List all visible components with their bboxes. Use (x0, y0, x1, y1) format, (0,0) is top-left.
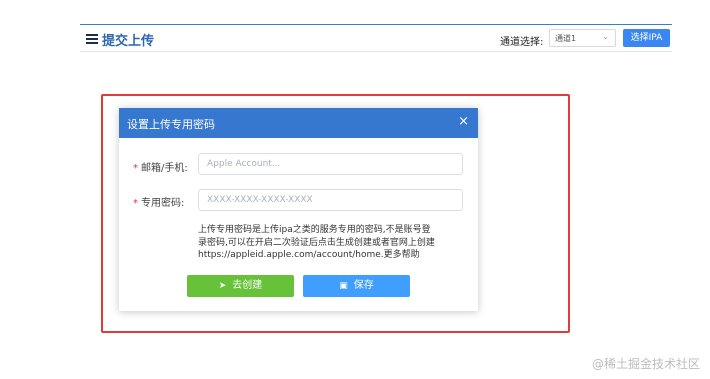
hamburger-menu-icon[interactable] (86, 34, 98, 44)
email-label-text: 邮箱/手机: (141, 163, 188, 174)
go-create-button[interactable]: ➤ 去创建 (187, 275, 294, 297)
select-ipa-button[interactable]: 选择IPA (623, 29, 670, 47)
password-label-text: 专用密码: (141, 198, 185, 209)
required-mark: * (133, 198, 138, 209)
help-line: 上传专用密码是上传ipa之类的服务专用的密码,不是账号登 (198, 225, 431, 235)
channel-select-value: 通道1 (555, 34, 577, 43)
help-line[interactable]: https://appleid.apple.com/account/home.更… (198, 249, 466, 262)
save-label: 保存 (353, 280, 374, 291)
page-header: 提交上传 通道选择: 通道1 ⌄ 选择IPA (80, 25, 672, 52)
send-icon: ➤ (218, 281, 227, 291)
app-specific-password-field[interactable]: XXXX-XXXX-XXXX-XXXX (198, 189, 463, 211)
save-icon: ▣ (339, 281, 348, 291)
save-button[interactable]: ▣ 保存 (303, 275, 410, 297)
help-line: 录密码,可以在开启二次验证后点击生成创建或者官网上创建 (198, 237, 435, 248)
help-text: 上传专用密码是上传ipa之类的服务专用的密码,不是账号登 录密码,可以在开启二次… (198, 224, 466, 262)
required-mark: * (133, 163, 138, 174)
page-title: 提交上传 (102, 34, 155, 49)
go-create-label: 去创建 (232, 280, 263, 291)
upload-password-dialog: 设置上传专用密码 × * 邮箱/手机: Apple Account... * 专用密… (119, 108, 478, 311)
close-icon[interactable]: × (458, 114, 469, 130)
channel-select-label: 通道选择: (500, 37, 544, 48)
watermark: @稀土掘金技术社区 (591, 357, 700, 371)
dialog-header: 设置上传专用密码 × (119, 108, 478, 138)
email-placeholder: Apple Account... (207, 159, 281, 169)
dialog-title: 设置上传专用密码 (127, 118, 215, 131)
password-placeholder: XXXX-XXXX-XXXX-XXXX (207, 195, 313, 205)
chevron-down-icon: ⌄ (602, 32, 609, 41)
channel-select[interactable]: 通道1 ⌄ (549, 29, 616, 47)
email-label: * 邮箱/手机: (133, 159, 188, 174)
password-label: * 专用密码: (133, 194, 184, 209)
email-field[interactable]: Apple Account... (198, 153, 463, 175)
